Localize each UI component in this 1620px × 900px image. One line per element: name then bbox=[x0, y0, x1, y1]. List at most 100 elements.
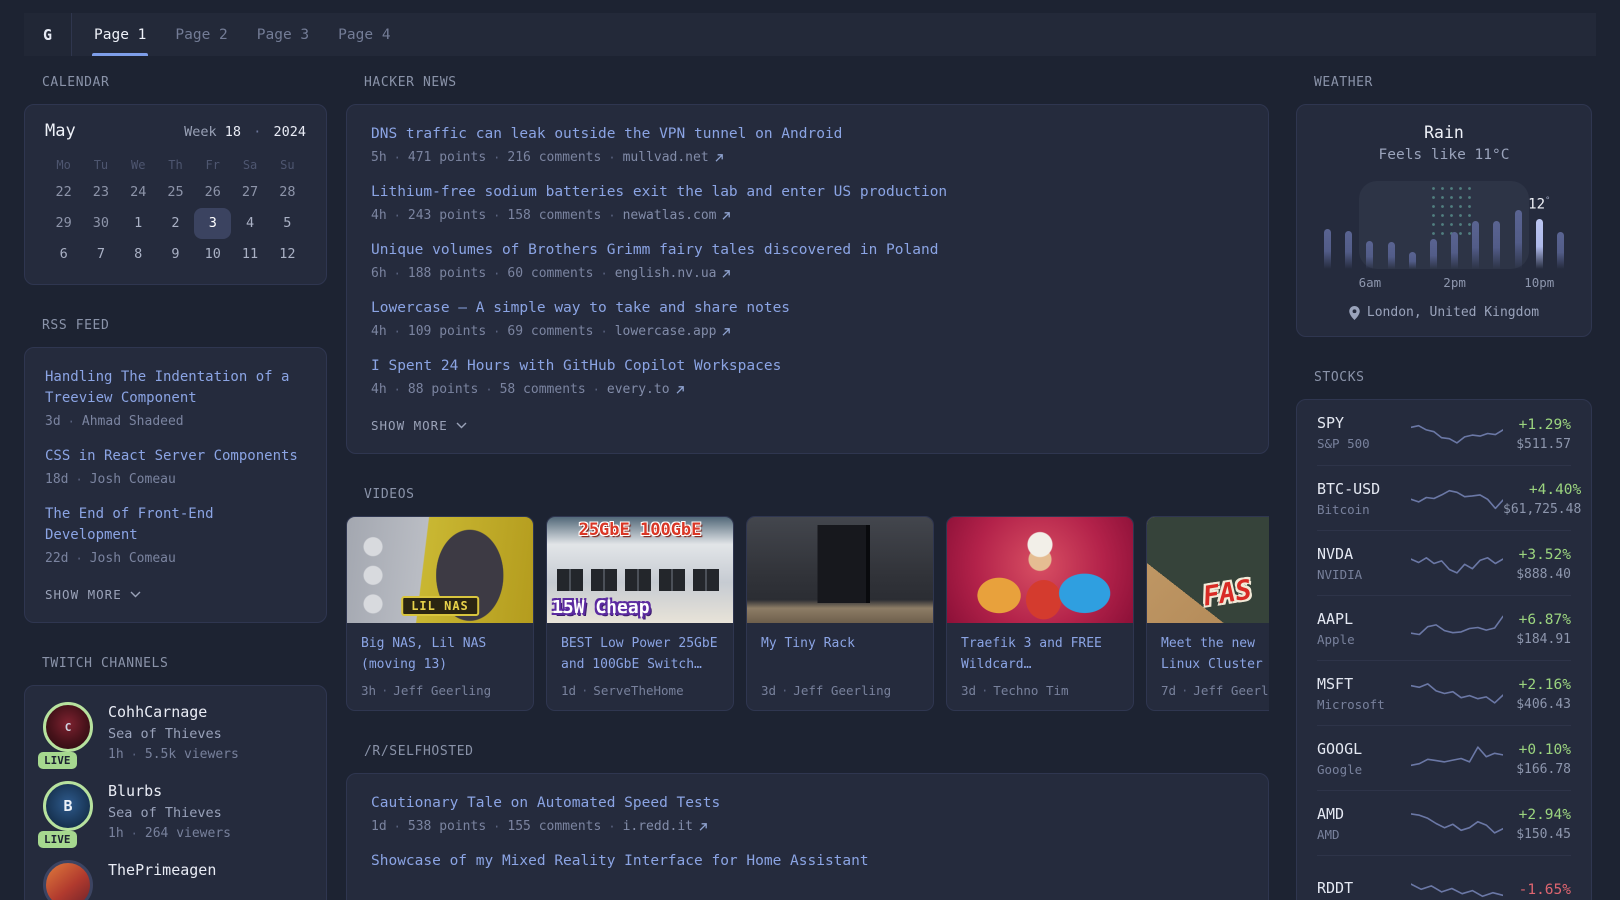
twitch-channel-meta: 1h·5.5k viewers bbox=[108, 747, 239, 762]
temperature-bar bbox=[1451, 232, 1458, 269]
twitch-channel-row[interactable]: CLIVECohhCarnageSea of Thieves1h·5.5k vi… bbox=[43, 702, 308, 762]
calendar-day-header: Fr bbox=[194, 153, 231, 177]
hn-show-more-button[interactable]: SHOW MORE bbox=[371, 414, 1244, 439]
video-card-body: Big NAS, Lil NAS (moving 13) 3h·Jeff Geer… bbox=[347, 623, 533, 710]
post-source-link[interactable]: mullvad.net bbox=[623, 150, 724, 165]
rss-show-more-button[interactable]: SHOW MORE bbox=[45, 583, 306, 608]
twitch-channel-row[interactable]: ThePrimeagen bbox=[43, 860, 308, 900]
post-points: 538 points bbox=[408, 819, 486, 834]
calendar-date: 11 bbox=[231, 239, 268, 270]
twitch-channel-name[interactable]: Blurbs bbox=[108, 782, 231, 800]
video-thumbnail[interactable]: FAS bbox=[1147, 517, 1269, 623]
rss-heading: RSS FEED bbox=[42, 318, 327, 333]
tab-page-4[interactable]: Page 4 bbox=[338, 13, 390, 56]
video-thumbnail[interactable] bbox=[747, 517, 933, 623]
current-temperature-label: 12° bbox=[1528, 196, 1550, 213]
stock-symbol[interactable]: BTC-USD bbox=[1317, 480, 1409, 498]
video-thumbnail[interactable]: 25GbE 100GbE15W Cheap bbox=[547, 517, 733, 623]
hackernews-item-meta: 4h·109 points·69 comments·lowercase.app bbox=[371, 324, 1244, 339]
reddit-title-link[interactable]: Cautionary Tale on Automated Speed Tests bbox=[371, 793, 1244, 814]
video-title-link[interactable]: BEST Low Power 25GbE and 100GbE Switch… bbox=[561, 633, 719, 675]
stock-symbol[interactable]: MSFT bbox=[1317, 675, 1409, 693]
rss-title-link[interactable]: The End of Front-End Development bbox=[45, 504, 306, 546]
separator-dot: · bbox=[387, 325, 408, 339]
stock-row[interactable]: NVDANVIDIA+3.52%$888.40 bbox=[1317, 530, 1571, 595]
stock-row[interactable]: BTC-USDBitcoin+4.40%$61,725.48 bbox=[1317, 465, 1571, 530]
post-source-link[interactable]: english.nv.ua bbox=[615, 266, 732, 281]
video-title-link[interactable]: Meet the new Linux Cluster bbox=[1161, 633, 1269, 675]
calendar-year: 2024 bbox=[273, 124, 306, 140]
week-label: Week bbox=[184, 124, 217, 140]
twitch-avatar: BLIVE bbox=[43, 781, 93, 841]
stock-row[interactable]: SPYS&P 500+1.29%$511.57 bbox=[1317, 400, 1571, 465]
stock-row[interactable]: AMDAMD+2.94%$150.45 bbox=[1317, 790, 1571, 855]
reddit-title-link[interactable]: Showcase of my Mixed Reality Interface f… bbox=[371, 851, 1244, 872]
live-badge: LIVE bbox=[38, 831, 77, 848]
hackernews-title-link[interactable]: Lithium-free sodium batteries exit the l… bbox=[371, 182, 1244, 203]
video-title-link[interactable]: My Tiny Rack bbox=[761, 633, 919, 675]
post-comments: 60 comments bbox=[507, 266, 593, 281]
tab-page-1[interactable]: Page 1 bbox=[94, 13, 146, 56]
video-card: My Tiny Rack3d·Jeff Geerling bbox=[746, 516, 934, 711]
tab-page-3[interactable]: Page 3 bbox=[257, 13, 309, 56]
stock-row[interactable]: AAPLApple+6.87%$184.91 bbox=[1317, 595, 1571, 660]
calendar-date-today: 3 bbox=[194, 208, 231, 239]
video-meta: 3h·Jeff Geerling bbox=[361, 683, 519, 698]
twitch-channel-row[interactable]: BLIVEBlurbsSea of Thieves1h·264 viewers bbox=[43, 781, 308, 841]
app-logo[interactable]: G bbox=[24, 13, 72, 56]
post-source-link[interactable]: every.to bbox=[607, 382, 685, 397]
hour-label: 10pm bbox=[1524, 275, 1554, 290]
stock-symbol[interactable]: GOOGL bbox=[1317, 740, 1409, 758]
stock-info: AAPLApple bbox=[1317, 610, 1409, 647]
twitch-channel-name[interactable]: CohhCarnage bbox=[108, 703, 239, 721]
hackernews-item: I Spent 24 Hours with GitHub Copilot Wor… bbox=[371, 356, 1244, 397]
thumbnail-text: 15W Cheap bbox=[552, 597, 650, 618]
video-card-body: Traefik 3 and FREE Wildcard…3d·Techno Ti… bbox=[947, 623, 1133, 710]
video-thumbnail[interactable] bbox=[947, 517, 1133, 623]
post-source-link[interactable]: i.redd.it bbox=[623, 819, 708, 834]
stock-symbol[interactable]: AAPL bbox=[1317, 610, 1409, 628]
stock-company-name: Microsoft bbox=[1317, 697, 1409, 712]
rss-title-link[interactable]: CSS in React Server Components bbox=[45, 446, 306, 467]
separator-dot: · bbox=[594, 267, 615, 281]
separator-dot: · bbox=[68, 552, 89, 566]
stock-info: SPYS&P 500 bbox=[1317, 414, 1409, 451]
center-column: HACKER NEWS DNS traffic can leak outside… bbox=[346, 75, 1269, 900]
separator-dot: · bbox=[486, 209, 507, 223]
video-thumbnail[interactable]: LIL NAS bbox=[347, 517, 533, 623]
rss-card: Handling The Indentation of a Treeview C… bbox=[24, 347, 327, 623]
hackernews-item: Unique volumes of Brothers Grimm fairy t… bbox=[371, 240, 1244, 281]
stock-row[interactable]: GOOGLGoogle+0.10%$166.78 bbox=[1317, 725, 1571, 790]
calendar-date: 9 bbox=[157, 239, 194, 270]
stock-row[interactable]: MSFTMicrosoft+2.16%$406.43 bbox=[1317, 660, 1571, 725]
calendar-day-header: Su bbox=[269, 153, 306, 177]
hackernews-title-link[interactable]: I Spent 24 Hours with GitHub Copilot Wor… bbox=[371, 356, 1244, 377]
post-source-link[interactable]: newatlas.com bbox=[623, 208, 732, 223]
hackernews-title-link[interactable]: Unique volumes of Brothers Grimm fairy t… bbox=[371, 240, 1244, 261]
weather-bar-slot: 12° bbox=[1529, 181, 1550, 269]
hackernews-title-link[interactable]: Lowercase – A simple way to take and sha… bbox=[371, 298, 1244, 319]
stock-row[interactable]: RDDT -1.65% bbox=[1317, 855, 1571, 900]
stock-symbol[interactable]: RDDT bbox=[1317, 879, 1409, 897]
video-title-link[interactable]: Traefik 3 and FREE Wildcard… bbox=[961, 633, 1119, 675]
post-age: 1d bbox=[371, 819, 387, 834]
stock-symbol[interactable]: SPY bbox=[1317, 414, 1409, 432]
hackernews-title-link[interactable]: DNS traffic can leak outside the VPN tun… bbox=[371, 124, 1244, 145]
rss-title-link[interactable]: Handling The Indentation of a Treeview C… bbox=[45, 367, 306, 409]
video-age: 1d bbox=[561, 683, 576, 698]
separator-dot: · bbox=[576, 684, 593, 698]
tab-page-2[interactable]: Page 2 bbox=[175, 13, 227, 56]
post-source-link[interactable]: lowercase.app bbox=[615, 324, 732, 339]
twitch-channel-name[interactable]: ThePrimeagen bbox=[108, 861, 216, 879]
twitch-channel-info: ThePrimeagen bbox=[108, 860, 216, 900]
separator-dot: · bbox=[387, 209, 408, 223]
video-title-link[interactable]: Big NAS, Lil NAS (moving 13) bbox=[361, 633, 519, 675]
separator-dot: · bbox=[124, 748, 145, 762]
stock-symbol[interactable]: NVDA bbox=[1317, 545, 1409, 563]
hour-label: 6am bbox=[1359, 275, 1382, 290]
stock-price: $166.78 bbox=[1516, 762, 1571, 777]
post-age: 6h bbox=[371, 266, 387, 281]
stock-change-percent: -1.65% bbox=[1519, 882, 1571, 898]
post-comments: 155 comments bbox=[507, 819, 601, 834]
stock-symbol[interactable]: AMD bbox=[1317, 805, 1409, 823]
